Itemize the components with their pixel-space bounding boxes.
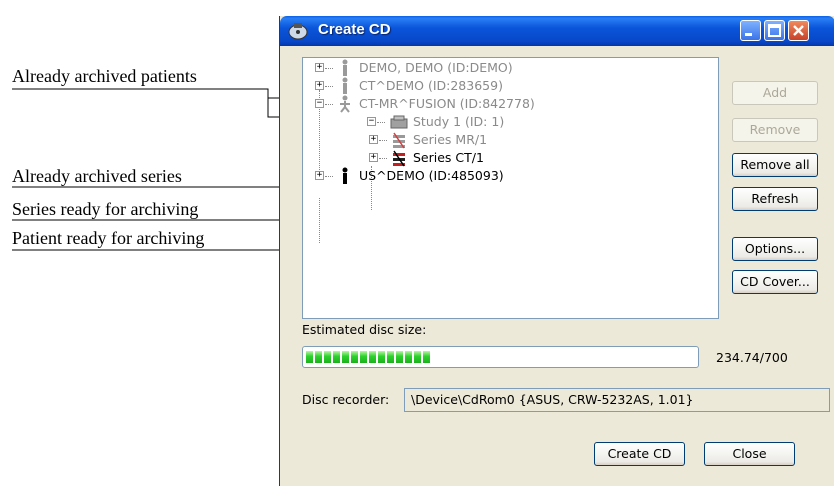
tree-node-label: Study 1 (ID: 1) bbox=[413, 114, 505, 129]
annotation-archived-series: Already archived series bbox=[12, 166, 182, 186]
progress-segment bbox=[306, 351, 313, 363]
progress-segment bbox=[333, 351, 340, 363]
disc-usage-progress-bar bbox=[302, 346, 699, 368]
close-icon bbox=[793, 25, 804, 36]
remove-all-button[interactable]: Remove all bbox=[732, 153, 818, 177]
minimize-button[interactable] bbox=[740, 20, 761, 41]
annotation-patient-ready: Patient ready for archiving bbox=[12, 228, 205, 248]
progress-segment bbox=[342, 351, 349, 363]
expand-icon[interactable]: + bbox=[369, 135, 378, 144]
create-cd-button[interactable]: Create CD bbox=[594, 442, 685, 466]
progress-segment bbox=[405, 351, 412, 363]
progress-segment bbox=[396, 351, 403, 363]
tree-node-label: Series MR/1 bbox=[413, 132, 488, 147]
disc-size-value: 234.74/700 bbox=[716, 350, 788, 365]
tree-node-patient[interactable]: + DEMO, DEMO (ID:DEMO) bbox=[315, 59, 695, 77]
options-button[interactable]: Options... bbox=[732, 237, 818, 261]
progress-segment bbox=[414, 351, 421, 363]
minimize-icon bbox=[745, 33, 752, 36]
tree-node-label: CT^DEMO (ID:283659) bbox=[359, 78, 503, 93]
tree-node-label: CT-MR^FUSION (ID:842778) bbox=[359, 96, 535, 111]
series-archived-icon bbox=[393, 132, 405, 149]
expand-icon[interactable]: + bbox=[315, 171, 324, 180]
progress-segment bbox=[351, 351, 358, 363]
tree-node-patient[interactable]: + CT^DEMO (ID:283659) bbox=[315, 77, 695, 95]
expand-icon[interactable]: + bbox=[315, 63, 324, 72]
tree-node-patient[interactable]: + US^DEMO (ID:485093) bbox=[315, 167, 695, 185]
patient-archived-icon bbox=[342, 77, 348, 94]
progress-segment bbox=[387, 351, 394, 363]
progress-segment bbox=[324, 351, 331, 363]
patient-ready-icon bbox=[342, 167, 348, 184]
refresh-button[interactable]: Refresh bbox=[732, 187, 818, 211]
progress-segment bbox=[369, 351, 376, 363]
expand-icon[interactable]: + bbox=[315, 81, 324, 90]
tree-node-series[interactable]: + Series CT/1 bbox=[369, 149, 669, 167]
tree-node-label: DEMO, DEMO (ID:DEMO) bbox=[359, 60, 513, 75]
disc-recorder-field[interactable]: \Device\CdRom0 {ASUS, CRW-5232AS, 1.01} bbox=[404, 388, 830, 412]
patient-archived-icon bbox=[342, 59, 348, 76]
collapse-icon[interactable]: − bbox=[367, 117, 376, 126]
patient-tree[interactable]: + DEMO, DEMO (ID:DEMO) + CT^DEMO (ID:283… bbox=[302, 57, 719, 319]
cd-cover-button[interactable]: CD Cover... bbox=[732, 270, 818, 294]
progress-segment bbox=[360, 351, 367, 363]
tree-connector bbox=[319, 198, 320, 243]
tree-node-label: US^DEMO (ID:485093) bbox=[359, 168, 504, 183]
collapse-icon[interactable]: − bbox=[315, 99, 324, 108]
create-cd-window: Create CD + DEMO, DEMO (ID:DEMO) + CT^DE… bbox=[279, 16, 834, 486]
tree-node-series[interactable]: + Series MR/1 bbox=[369, 131, 669, 149]
series-ready-icon bbox=[393, 150, 405, 167]
tree-node-patient[interactable]: − CT-MR^FUSION (ID:842778) bbox=[315, 95, 695, 113]
close-window-button[interactable] bbox=[788, 20, 809, 41]
progress-segment bbox=[315, 351, 322, 363]
progress-segment bbox=[423, 351, 430, 363]
expand-icon[interactable]: + bbox=[369, 153, 378, 162]
maximize-button[interactable] bbox=[764, 20, 785, 41]
disc-recorder-label: Disc recorder: bbox=[302, 392, 390, 407]
remove-button[interactable]: Remove bbox=[732, 118, 818, 142]
maximize-icon bbox=[768, 24, 781, 37]
tree-node-study[interactable]: − Study 1 (ID: 1) bbox=[367, 113, 687, 131]
cd-app-icon bbox=[288, 23, 308, 40]
add-button[interactable]: Add bbox=[732, 81, 818, 105]
progress-segment bbox=[378, 351, 385, 363]
annotation-archived-patients: Already archived patients bbox=[12, 66, 197, 86]
annotation-series-ready: Series ready for archiving bbox=[12, 199, 199, 219]
patient-partial-icon bbox=[340, 95, 350, 113]
close-button[interactable]: Close bbox=[704, 442, 795, 466]
window-title: Create CD bbox=[318, 21, 391, 38]
tree-node-label: Series CT/1 bbox=[413, 150, 484, 165]
disc-size-label: Estimated disc size: bbox=[302, 322, 427, 337]
title-bar[interactable]: Create CD bbox=[280, 16, 834, 46]
study-icon bbox=[390, 115, 408, 129]
